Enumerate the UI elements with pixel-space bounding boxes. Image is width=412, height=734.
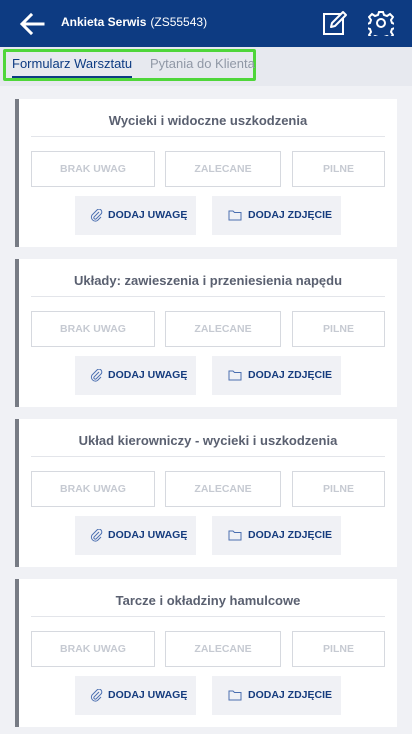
add-photo-button[interactable]: DODAJ ZDJĘCIE	[212, 196, 341, 235]
add-photo-label: DODAJ ZDJĘCIE	[248, 689, 333, 701]
add-photo-label: DODAJ ZDJĘCIE	[248, 369, 333, 381]
add-photo-label: DODAJ ZDJĘCIE	[248, 529, 333, 541]
tab-pytania-do-klienta[interactable]: Pytania do Klienta	[150, 56, 255, 71]
zalecane-button[interactable]: ZALECANE	[165, 311, 281, 347]
brak-uwag-button[interactable]: BRAK UWAG	[31, 631, 155, 667]
folder-icon	[228, 690, 242, 701]
add-note-button[interactable]: DODAJ UWAGĘ	[75, 356, 196, 395]
section-title: Układy: zawieszenia i przeniesienia napę…	[73, 273, 343, 288]
add-photo-button[interactable]: DODAJ ZDJĘCIE	[212, 676, 341, 715]
edit-button[interactable]	[322, 10, 348, 36]
add-note-label: DODAJ UWAGĘ	[108, 689, 188, 701]
divider	[31, 136, 385, 137]
add-note-button[interactable]: DODAJ UWAGĘ	[75, 676, 196, 715]
brak-uwag-button[interactable]: BRAK UWAG	[31, 311, 155, 347]
tab-formularz-warsztatu[interactable]: Formularz Warsztatu	[12, 56, 133, 78]
pilne-button[interactable]: PILNE	[292, 311, 385, 347]
pilne-button[interactable]: PILNE	[292, 471, 385, 507]
add-note-label: DODAJ UWAGĘ	[108, 369, 188, 381]
brak-uwag-button[interactable]: BRAK UWAG	[31, 151, 155, 187]
paperclip-icon	[90, 689, 103, 702]
paperclip-icon	[90, 529, 103, 542]
brak-uwag-button[interactable]: BRAK UWAG	[31, 471, 155, 507]
pilne-button[interactable]: PILNE	[292, 151, 385, 187]
add-photo-button[interactable]: DODAJ ZDJĘCIE	[212, 356, 341, 395]
gear-icon	[366, 11, 396, 41]
section-title: Tarcze i okładziny hamulcowe	[115, 593, 301, 608]
zalecane-button[interactable]: ZALECANE	[165, 471, 281, 507]
add-note-label: DODAJ UWAGĘ	[108, 529, 188, 541]
back-button[interactable]	[18, 10, 46, 38]
app-header: Ankieta Serwis (ZS55543)	[0, 0, 412, 47]
section-title: Układ kierowniczy - wycieki i uszkodzeni…	[78, 433, 338, 448]
zalecane-button[interactable]: ZALECANE	[165, 151, 281, 187]
section-title: Wycieki i widoczne uszkodzenia	[108, 113, 308, 128]
tab-bar: Formularz Warsztatu Pytania do Klienta	[0, 47, 412, 86]
divider	[31, 616, 385, 617]
folder-icon	[228, 370, 242, 381]
section-card: Wycieki i widoczne uszkodzenia BRAK UWAG…	[15, 99, 397, 247]
order-code: (ZS55543)	[150, 15, 208, 29]
page-title-text: Ankieta Serwis	[61, 15, 147, 29]
folder-icon	[228, 210, 242, 221]
add-note-label: DODAJ UWAGĘ	[108, 209, 188, 221]
paperclip-icon	[90, 209, 103, 222]
settings-button[interactable]	[366, 10, 396, 41]
arrow-left-icon	[19, 12, 45, 36]
paperclip-icon	[90, 369, 103, 382]
add-photo-button[interactable]: DODAJ ZDJĘCIE	[212, 516, 341, 555]
add-note-button[interactable]: DODAJ UWAGĘ	[75, 516, 196, 555]
edit-icon	[323, 11, 347, 35]
zalecane-button[interactable]: ZALECANE	[165, 631, 281, 667]
section-card: Układy: zawieszenia i przeniesienia napę…	[15, 259, 397, 407]
divider	[31, 456, 385, 457]
page-title: Ankieta Serwis (ZS55543)	[61, 15, 207, 29]
pilne-button[interactable]: PILNE	[292, 631, 385, 667]
folder-icon	[228, 530, 242, 541]
section-card: Układ kierowniczy - wycieki i uszkodzeni…	[15, 419, 397, 567]
add-photo-label: DODAJ ZDJĘCIE	[248, 209, 333, 221]
divider	[31, 296, 385, 297]
section-card: Tarcze i okładziny hamulcowe BRAK UWAG Z…	[15, 579, 397, 727]
add-note-button[interactable]: DODAJ UWAGĘ	[75, 196, 196, 235]
